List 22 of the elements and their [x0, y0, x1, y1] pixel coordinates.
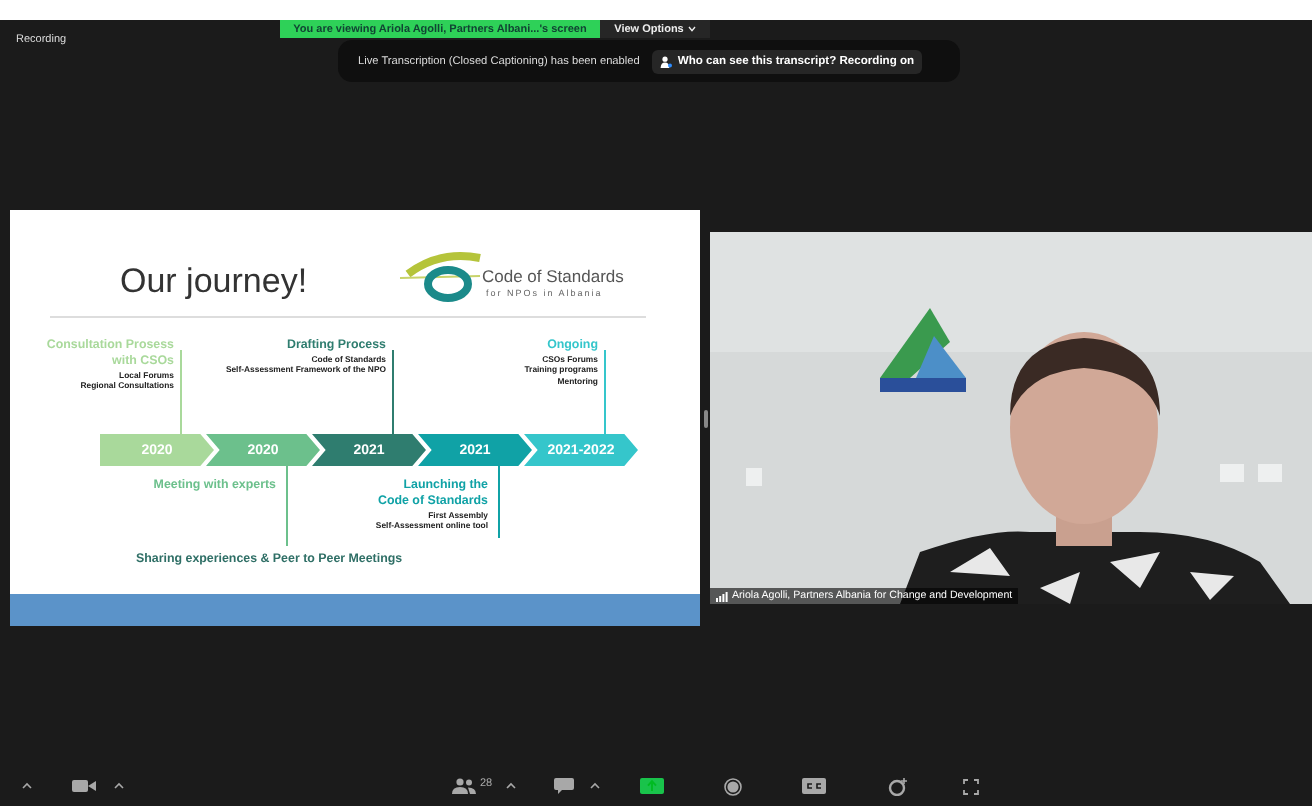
caret-icon [687, 26, 696, 32]
signal-icon [716, 591, 728, 601]
reactions-icon[interactable] [888, 778, 908, 796]
chat-icon[interactable] [554, 778, 574, 794]
caret-icon[interactable] [590, 782, 600, 790]
video-camera-icon[interactable] [72, 778, 96, 794]
connector-line [498, 466, 500, 538]
connector-line [180, 350, 182, 434]
caret-icon[interactable] [114, 782, 124, 790]
record-icon[interactable] [724, 778, 742, 796]
connector-line [286, 466, 288, 546]
connector-line [392, 350, 394, 434]
resize-handle[interactable] [703, 409, 707, 427]
logo-title: Code of Standards [482, 266, 624, 286]
person-icon [659, 55, 672, 67]
caret-icon[interactable] [506, 782, 516, 790]
connector-line [604, 350, 606, 434]
caret-icon[interactable] [22, 782, 32, 790]
apps-icon[interactable] [962, 778, 980, 796]
captions-icon[interactable] [802, 778, 826, 794]
slide-title: Our journey! [120, 262, 308, 302]
participants-icon[interactable] [452, 778, 476, 794]
